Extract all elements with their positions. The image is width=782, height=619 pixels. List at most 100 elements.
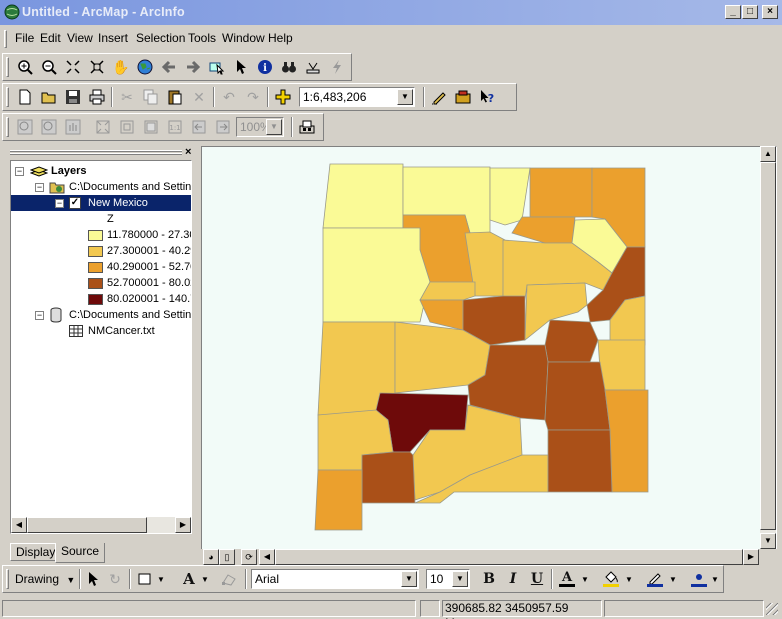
toc-layer-new-mexico[interactable]: − ✓ New Mexico <box>11 195 191 211</box>
zoom-100-percent-icon[interactable]: 1:1 <box>165 117 185 137</box>
print-icon[interactable] <box>87 87 107 107</box>
new-document-icon[interactable] <box>15 87 35 107</box>
line-color-pen-icon[interactable] <box>645 569 665 589</box>
tools-toolbar-grip[interactable] <box>6 57 9 77</box>
county-polygon[interactable] <box>322 163 404 229</box>
menu-edit[interactable]: Edit <box>40 31 61 45</box>
toc-close-icon[interactable]: × <box>185 147 191 158</box>
marker-color-icon[interactable] <box>689 569 709 589</box>
resize-grip[interactable] <box>766 603 778 615</box>
tab-source[interactable]: Source <box>55 543 106 563</box>
new-mexico-county-map[interactable] <box>202 147 777 565</box>
toc-workspace-folder[interactable]: − C:\Documents and Settin <box>11 179 191 195</box>
menu-tools[interactable]: Tools <box>188 31 216 45</box>
zoom-in-icon[interactable] <box>15 57 35 77</box>
county-polygon[interactable] <box>322 227 431 323</box>
toc-tree-panel[interactable]: − Layers − C:\Documents and Settin − ✓ N… <box>10 160 192 534</box>
minimize-button[interactable]: _ <box>725 5 741 19</box>
fixed-zoom-out-icon[interactable] <box>87 57 107 77</box>
drawing-menu-button[interactable]: Drawing ▼ <box>15 572 75 586</box>
chevron-down-icon[interactable]: ▼ <box>452 571 468 587</box>
close-button[interactable]: × <box>762 5 778 19</box>
county-polygon[interactable] <box>314 469 363 531</box>
collapse-minus-icon[interactable]: − <box>55 199 64 208</box>
menu-insert[interactable]: Insert <box>98 31 128 45</box>
county-polygon[interactable] <box>529 167 593 218</box>
pan-hand-icon[interactable]: ✋ <box>111 57 131 77</box>
menu-file[interactable]: File <box>15 31 34 45</box>
full-extent-globe-icon[interactable] <box>135 57 155 77</box>
open-folder-icon[interactable] <box>39 87 59 107</box>
save-disk-icon[interactable] <box>63 87 83 107</box>
menu-selection[interactable]: Selection <box>136 31 185 45</box>
layout-zoom-in-icon[interactable] <box>15 117 35 137</box>
add-data-icon[interactable] <box>273 87 293 107</box>
redo-icon[interactable]: ↷ <box>243 87 263 107</box>
editor-toolbar-icon[interactable] <box>429 87 449 107</box>
collapse-minus-icon[interactable]: − <box>35 311 44 320</box>
scroll-left-arrow-icon[interactable]: ◀ <box>11 517 27 533</box>
data-view-globe-icon[interactable]: ◕ <box>203 549 219 565</box>
chevron-down-icon[interactable]: ▼ <box>711 575 719 584</box>
scroll-right-arrow-icon[interactable]: ▶ <box>743 549 759 565</box>
layout-forward-extent-icon[interactable] <box>213 117 233 137</box>
drawing-toolbar-grip[interactable] <box>6 569 9 589</box>
layout-pan-icon[interactable] <box>63 117 83 137</box>
layout-back-extent-icon[interactable] <box>189 117 209 137</box>
toc-table-workspace[interactable]: − C:\Documents and Settin <box>11 307 191 323</box>
toc-horizontal-scrollbar[interactable]: ◀ ▶ <box>11 517 191 533</box>
scroll-down-arrow-icon[interactable]: ▼ <box>760 533 776 549</box>
font-size-combo[interactable]: 10 ▼ <box>426 569 470 589</box>
map-vertical-scrollbar[interactable]: ▲ ▼ <box>760 146 776 549</box>
menu-window[interactable]: Window <box>222 31 265 45</box>
county-polygon[interactable] <box>544 319 599 363</box>
collapse-minus-icon[interactable]: − <box>15 167 24 176</box>
scroll-thumb[interactable] <box>275 549 743 565</box>
chevron-down-icon[interactable]: ▼ <box>625 575 633 584</box>
menu-view[interactable]: View <box>67 31 93 45</box>
chevron-down-icon[interactable]: ▼ <box>157 575 165 584</box>
toc-caption-bar[interactable]: × <box>8 147 196 158</box>
back-extent-icon[interactable] <box>159 57 179 77</box>
layout-fixed-zoom-out-icon[interactable] <box>117 117 137 137</box>
layout-zoom-percent-combo[interactable]: 100% ▼ <box>236 117 284 137</box>
edit-vertices-icon[interactable] <box>219 569 239 589</box>
menu-grip[interactable] <box>4 30 7 48</box>
title-bar[interactable]: Untitled - ArcMap - ArcInfo _ □ × <box>0 0 782 25</box>
text-tool-icon[interactable]: A <box>179 569 199 589</box>
arctoolbox-icon[interactable] <box>453 87 473 107</box>
county-polygon[interactable] <box>547 429 613 493</box>
chevron-down-icon[interactable]: ▼ <box>581 575 589 584</box>
county-polygon[interactable] <box>597 339 646 391</box>
paste-clipboard-icon[interactable] <box>165 87 185 107</box>
toggle-draft-mode-icon[interactable] <box>297 117 317 137</box>
rectangle-tool-icon[interactable] <box>135 569 155 589</box>
scroll-up-arrow-icon[interactable]: ▲ <box>760 146 776 162</box>
delete-x-icon[interactable]: ✕ <box>189 87 209 107</box>
collapse-minus-icon[interactable]: − <box>35 183 44 192</box>
select-features-icon[interactable] <box>207 57 227 77</box>
select-elements-arrow-icon[interactable] <box>83 569 103 589</box>
standard-toolbar-grip[interactable] <box>6 87 9 107</box>
tab-display[interactable]: Display <box>10 543 62 561</box>
chevron-down-icon[interactable]: ▼ <box>266 119 282 135</box>
rotate-icon[interactable]: ↻ <box>105 569 125 589</box>
cut-scissors-icon[interactable]: ✂ <box>117 87 137 107</box>
scroll-right-arrow-icon[interactable]: ▶ <box>175 517 191 533</box>
layout-toolbar-grip[interactable] <box>6 117 9 137</box>
county-polygon[interactable] <box>489 167 531 226</box>
find-binoculars-icon[interactable] <box>279 57 299 77</box>
chevron-down-icon[interactable]: ▼ <box>397 89 413 105</box>
scroll-left-arrow-icon[interactable]: ◀ <box>259 549 275 565</box>
menu-help[interactable]: Help <box>268 31 293 45</box>
county-polygon[interactable] <box>419 281 476 301</box>
zoom-whole-page-icon[interactable] <box>141 117 161 137</box>
maximize-button[interactable]: □ <box>742 5 758 19</box>
font-color-button[interactable]: A <box>557 569 577 589</box>
layout-fixed-zoom-in-icon[interactable] <box>93 117 113 137</box>
map-horizontal-scrollbar[interactable]: ◀ ▶ <box>259 549 759 565</box>
layout-view-page-icon[interactable]: ▯ <box>219 549 235 565</box>
chevron-down-icon[interactable]: ▼ <box>669 575 677 584</box>
fill-color-bucket-icon[interactable] <box>601 569 621 589</box>
forward-extent-icon[interactable] <box>183 57 203 77</box>
